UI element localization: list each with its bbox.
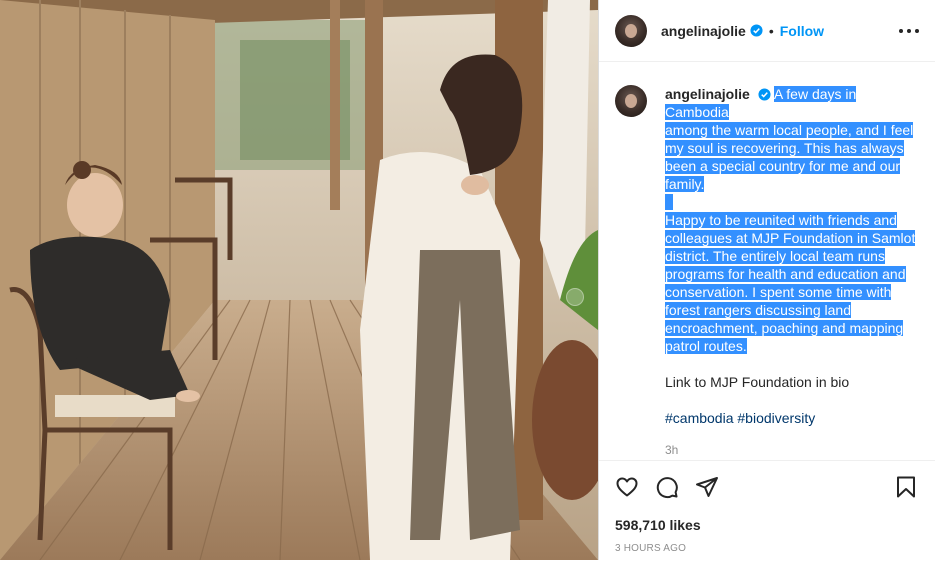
caption-line: programs for health and education and bbox=[665, 266, 906, 282]
follow-button[interactable]: Follow bbox=[780, 23, 824, 39]
caption-line: Happy to be reunited with friends and bbox=[665, 212, 897, 228]
hashtags: #cambodia #biodiversity bbox=[665, 409, 919, 427]
caption-line: district. The entirely local team runs bbox=[665, 248, 885, 264]
post-header: angelinajolie • Follow bbox=[599, 0, 935, 62]
caption-line: been a special country for me and our bbox=[665, 158, 901, 174]
caption-avatar[interactable] bbox=[615, 85, 647, 117]
bio-link-text: Link to MJP Foundation in bio bbox=[665, 374, 850, 390]
action-bar: 598,710 likes 3 HOURS AGO bbox=[599, 460, 935, 561]
caption-area: angelinajolie A few days in Cambodia amo… bbox=[599, 63, 935, 460]
comment-icon[interactable] bbox=[655, 475, 679, 499]
caption-line: my soul is recovering. This has always bbox=[665, 140, 904, 156]
caption-username[interactable]: angelinajolie bbox=[665, 86, 750, 102]
post-photo[interactable] bbox=[0, 0, 598, 560]
caption-line: forest rangers discussing land bbox=[665, 302, 851, 318]
photo-illustration bbox=[0, 0, 598, 560]
share-icon[interactable] bbox=[695, 475, 719, 499]
verified-badge-icon bbox=[750, 24, 763, 37]
carousel-indicator[interactable] bbox=[566, 288, 584, 306]
instagram-post: angelinajolie • Follow angelinajolie A f… bbox=[0, 0, 935, 560]
post-timestamp[interactable]: 3 HOURS AGO bbox=[615, 543, 686, 554]
like-count[interactable]: 598,710 likes bbox=[615, 517, 701, 533]
caption-line: encroachment, poaching and mapping bbox=[665, 320, 904, 336]
hashtag-link[interactable]: #cambodia bbox=[665, 410, 734, 426]
more-options-icon[interactable] bbox=[899, 22, 919, 40]
header-username[interactable]: angelinajolie bbox=[661, 23, 746, 39]
hashtag-link[interactable]: #biodiversity bbox=[737, 410, 815, 426]
heart-icon[interactable] bbox=[615, 475, 639, 499]
caption-timestamp[interactable]: 3h bbox=[665, 441, 919, 459]
caption-blank-line bbox=[665, 194, 673, 210]
caption-line: among the warm local people, and I feel bbox=[665, 122, 914, 138]
caption-line: colleagues at MJP Foundation in Samlot bbox=[665, 230, 916, 246]
caption-text: angelinajolie A few days in Cambodia amo… bbox=[665, 85, 919, 459]
caption-line: conservation. I spent some time with bbox=[665, 284, 892, 300]
caption-line: family. bbox=[665, 176, 705, 192]
author-avatar[interactable] bbox=[615, 14, 647, 47]
post-panel: angelinajolie • Follow angelinajolie A f… bbox=[598, 0, 935, 560]
separator-dot: • bbox=[768, 22, 774, 39]
caption-line: patrol routes. bbox=[665, 338, 747, 354]
verified-badge-icon bbox=[758, 88, 771, 101]
bookmark-icon[interactable] bbox=[895, 475, 917, 499]
